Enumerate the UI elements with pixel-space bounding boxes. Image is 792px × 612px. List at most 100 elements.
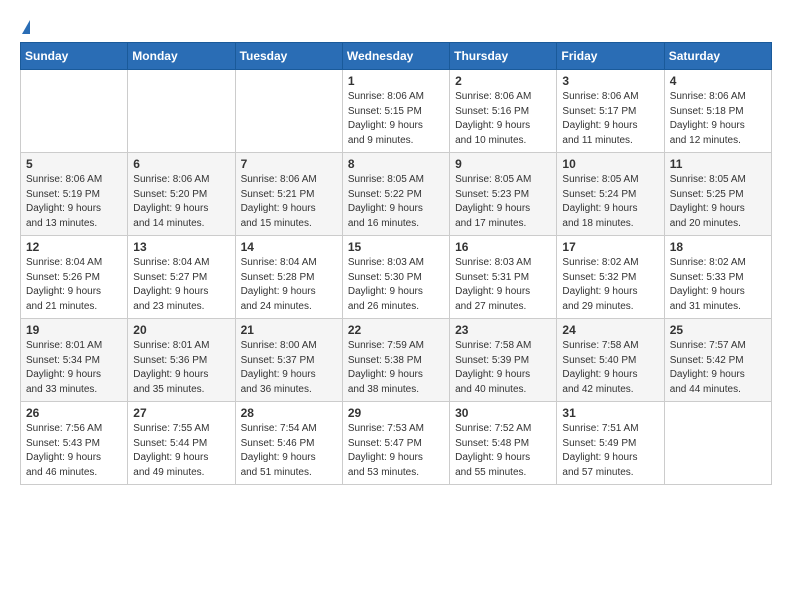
calendar-cell (21, 70, 128, 153)
day-number: 3 (562, 74, 658, 88)
calendar-header-row: SundayMondayTuesdayWednesdayThursdayFrid… (21, 43, 772, 70)
calendar-week-row: 5 Sunrise: 8:06 AM Sunset: 5:19 PM Daylig… (21, 153, 772, 236)
calendar-cell: 7 Sunrise: 8:06 AM Sunset: 5:21 PM Daylig… (235, 153, 342, 236)
day-number: 30 (455, 406, 551, 420)
day-number: 21 (241, 323, 337, 337)
calendar-cell: 21 Sunrise: 8:00 AM Sunset: 5:37 PM Dayli… (235, 319, 342, 402)
calendar-cell: 16 Sunrise: 8:03 AM Sunset: 5:31 PM Dayli… (450, 236, 557, 319)
day-info: Sunrise: 8:03 AM Sunset: 5:31 PM Dayligh… (455, 256, 551, 314)
calendar-header-wednesday: Wednesday (342, 43, 449, 70)
day-info: Sunrise: 8:05 AM Sunset: 5:22 PM Dayligh… (348, 173, 444, 231)
day-number: 11 (670, 157, 766, 171)
calendar-cell (128, 70, 235, 153)
calendar-cell: 23 Sunrise: 7:58 AM Sunset: 5:39 PM Dayli… (450, 319, 557, 402)
calendar-cell: 18 Sunrise: 8:02 AM Sunset: 5:33 PM Dayli… (664, 236, 771, 319)
calendar-cell: 4 Sunrise: 8:06 AM Sunset: 5:18 PM Daylig… (664, 70, 771, 153)
day-number: 28 (241, 406, 337, 420)
day-info: Sunrise: 7:58 AM Sunset: 5:40 PM Dayligh… (562, 339, 658, 397)
day-number: 7 (241, 157, 337, 171)
calendar-cell: 13 Sunrise: 8:04 AM Sunset: 5:27 PM Dayli… (128, 236, 235, 319)
calendar-cell: 6 Sunrise: 8:06 AM Sunset: 5:20 PM Daylig… (128, 153, 235, 236)
day-number: 17 (562, 240, 658, 254)
day-info: Sunrise: 8:02 AM Sunset: 5:32 PM Dayligh… (562, 256, 658, 314)
day-number: 22 (348, 323, 444, 337)
calendar-week-row: 19 Sunrise: 8:01 AM Sunset: 5:34 PM Dayli… (21, 319, 772, 402)
page-header (20, 20, 772, 32)
calendar-week-row: 12Sunrise: 8:04 AM Sunset: 5:26 PM Dayli… (21, 236, 772, 319)
day-info: Sunrise: 8:04 AM Sunset: 5:27 PM Dayligh… (133, 256, 229, 314)
calendar-cell: 9Sunrise: 8:05 AM Sunset: 5:23 PM Daylig… (450, 153, 557, 236)
calendar-cell: 30 Sunrise: 7:52 AM Sunset: 5:48 PM Dayli… (450, 402, 557, 485)
day-info: Sunrise: 8:06 AM Sunset: 5:15 PM Dayligh… (348, 90, 444, 148)
day-info: Sunrise: 7:56 AM Sunset: 5:43 PM Dayligh… (26, 422, 122, 480)
day-number: 23 (455, 323, 551, 337)
day-number: 19 (26, 323, 122, 337)
logo (20, 20, 30, 32)
day-info: Sunrise: 7:51 AM Sunset: 5:49 PM Dayligh… (562, 422, 658, 480)
day-number: 29 (348, 406, 444, 420)
calendar-cell: 22 Sunrise: 7:59 AM Sunset: 5:38 PM Dayli… (342, 319, 449, 402)
day-info: Sunrise: 8:06 AM Sunset: 5:20 PM Dayligh… (133, 173, 229, 231)
day-info: Sunrise: 8:03 AM Sunset: 5:30 PM Dayligh… (348, 256, 444, 314)
calendar-cell: 12Sunrise: 8:04 AM Sunset: 5:26 PM Dayli… (21, 236, 128, 319)
day-info: Sunrise: 8:01 AM Sunset: 5:36 PM Dayligh… (133, 339, 229, 397)
day-info: Sunrise: 7:58 AM Sunset: 5:39 PM Dayligh… (455, 339, 551, 397)
calendar-cell: 11 Sunrise: 8:05 AM Sunset: 5:25 PM Dayli… (664, 153, 771, 236)
day-number: 16 (455, 240, 551, 254)
day-info: Sunrise: 7:54 AM Sunset: 5:46 PM Dayligh… (241, 422, 337, 480)
day-info: Sunrise: 7:59 AM Sunset: 5:38 PM Dayligh… (348, 339, 444, 397)
day-number: 31 (562, 406, 658, 420)
calendar-header-monday: Monday (128, 43, 235, 70)
calendar-cell: 29 Sunrise: 7:53 AM Sunset: 5:47 PM Dayli… (342, 402, 449, 485)
day-number: 2 (455, 74, 551, 88)
day-info: Sunrise: 8:06 AM Sunset: 5:21 PM Dayligh… (241, 173, 337, 231)
day-info: Sunrise: 8:06 AM Sunset: 5:18 PM Dayligh… (670, 90, 766, 148)
day-number: 8 (348, 157, 444, 171)
calendar-table: SundayMondayTuesdayWednesdayThursdayFrid… (20, 42, 772, 485)
calendar-cell: 20 Sunrise: 8:01 AM Sunset: 5:36 PM Dayli… (128, 319, 235, 402)
calendar-cell: 26 Sunrise: 7:56 AM Sunset: 5:43 PM Dayli… (21, 402, 128, 485)
day-info: Sunrise: 8:06 AM Sunset: 5:19 PM Dayligh… (26, 173, 122, 231)
day-info: Sunrise: 8:04 AM Sunset: 5:26 PM Dayligh… (26, 256, 122, 314)
day-number: 24 (562, 323, 658, 337)
day-number: 4 (670, 74, 766, 88)
calendar-week-row: 1 Sunrise: 8:06 AM Sunset: 5:15 PM Daylig… (21, 70, 772, 153)
calendar-cell: 25Sunrise: 7:57 AM Sunset: 5:42 PM Dayli… (664, 319, 771, 402)
calendar-header-friday: Friday (557, 43, 664, 70)
day-number: 26 (26, 406, 122, 420)
day-number: 15 (348, 240, 444, 254)
day-number: 18 (670, 240, 766, 254)
calendar-cell: 19 Sunrise: 8:01 AM Sunset: 5:34 PM Dayli… (21, 319, 128, 402)
calendar-cell: 14 Sunrise: 8:04 AM Sunset: 5:28 PM Dayli… (235, 236, 342, 319)
day-info: Sunrise: 8:02 AM Sunset: 5:33 PM Dayligh… (670, 256, 766, 314)
day-info: Sunrise: 8:06 AM Sunset: 5:17 PM Dayligh… (562, 90, 658, 148)
day-info: Sunrise: 7:53 AM Sunset: 5:47 PM Dayligh… (348, 422, 444, 480)
calendar-cell: 15 Sunrise: 8:03 AM Sunset: 5:30 PM Dayli… (342, 236, 449, 319)
calendar-header-saturday: Saturday (664, 43, 771, 70)
day-info: Sunrise: 8:01 AM Sunset: 5:34 PM Dayligh… (26, 339, 122, 397)
day-number: 20 (133, 323, 229, 337)
day-info: Sunrise: 8:05 AM Sunset: 5:23 PM Dayligh… (455, 173, 551, 231)
day-info: Sunrise: 8:04 AM Sunset: 5:28 PM Dayligh… (241, 256, 337, 314)
calendar-cell (664, 402, 771, 485)
calendar-cell: 31 Sunrise: 7:51 AM Sunset: 5:49 PM Dayli… (557, 402, 664, 485)
calendar-cell: 27Sunrise: 7:55 AM Sunset: 5:44 PM Dayli… (128, 402, 235, 485)
calendar-cell: 28 Sunrise: 7:54 AM Sunset: 5:46 PM Dayli… (235, 402, 342, 485)
logo-triangle-icon (22, 20, 30, 34)
day-info: Sunrise: 7:52 AM Sunset: 5:48 PM Dayligh… (455, 422, 551, 480)
calendar-cell: 10Sunrise: 8:05 AM Sunset: 5:24 PM Dayli… (557, 153, 664, 236)
calendar-cell: 24 Sunrise: 7:58 AM Sunset: 5:40 PM Dayli… (557, 319, 664, 402)
day-info: Sunrise: 8:05 AM Sunset: 5:25 PM Dayligh… (670, 173, 766, 231)
calendar-cell: 3 Sunrise: 8:06 AM Sunset: 5:17 PM Daylig… (557, 70, 664, 153)
calendar-cell: 1 Sunrise: 8:06 AM Sunset: 5:15 PM Daylig… (342, 70, 449, 153)
calendar-cell (235, 70, 342, 153)
calendar-cell: 5 Sunrise: 8:06 AM Sunset: 5:19 PM Daylig… (21, 153, 128, 236)
calendar-header-thursday: Thursday (450, 43, 557, 70)
day-number: 1 (348, 74, 444, 88)
day-number: 6 (133, 157, 229, 171)
day-number: 13 (133, 240, 229, 254)
day-number: 5 (26, 157, 122, 171)
day-info: Sunrise: 8:00 AM Sunset: 5:37 PM Dayligh… (241, 339, 337, 397)
day-number: 27 (133, 406, 229, 420)
day-number: 14 (241, 240, 337, 254)
